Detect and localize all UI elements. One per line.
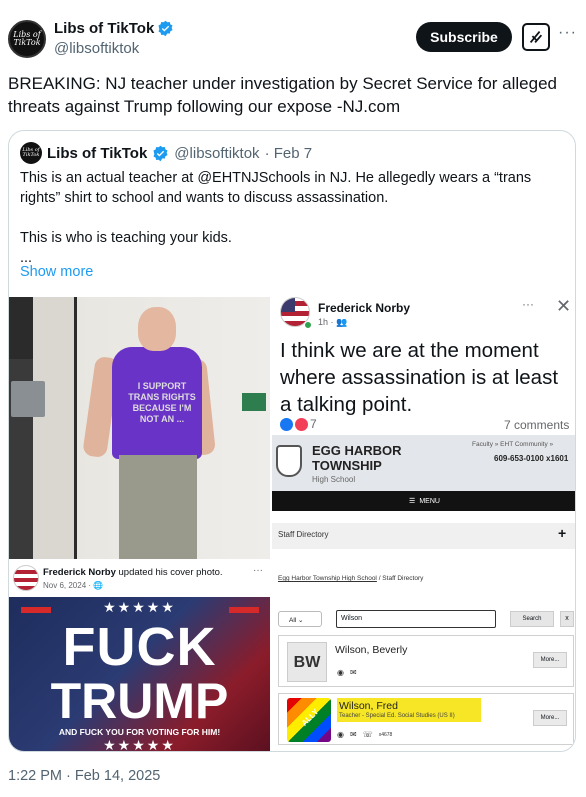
- clear-button: x: [560, 611, 574, 627]
- fb-post-time: 1h · 👥: [318, 317, 348, 327]
- verified-badge-icon: [157, 20, 174, 37]
- school-links: Faculty » EHT Community »: [472, 441, 554, 448]
- filter-select: All ⌄: [278, 611, 322, 627]
- school-subtitle: High School: [312, 475, 356, 484]
- school-header: EGG HARBOR TOWNSHIP High School Faculty …: [272, 435, 575, 491]
- fb-cover-title: Frederick Norby updated his cover photo.: [43, 567, 223, 578]
- friends-icon: 👥: [336, 317, 348, 327]
- red-bar: [21, 607, 51, 613]
- comment-count: 7 comments: [504, 418, 570, 432]
- fb-cover-date: Nov 6, 2024 · 🌐: [43, 581, 104, 590]
- contact-icons: ◉ ✉: [337, 668, 357, 677]
- staff-name: Wilson, Fred: [339, 700, 398, 712]
- staff-card: ALLY Wilson, Fred Teacher - Special Ed. …: [278, 693, 574, 745]
- reactions: 7: [280, 417, 317, 431]
- more-button: More...: [533, 710, 567, 726]
- banner-line3: AND FUCK YOU FOR VOTING FOR HIM!: [58, 727, 221, 737]
- fb-cover-header: Frederick Norby updated his cover photo.…: [9, 559, 270, 597]
- staff-directory-title: Staff Directory: [278, 530, 329, 539]
- like-icon: [280, 417, 293, 431]
- reaction-count: 7: [310, 417, 317, 431]
- staff-title: Teacher - Special Ed. Social Studies (US…: [339, 713, 455, 719]
- staff-card: BW Wilson, Beverly ◉ ✉ More...: [278, 635, 574, 687]
- school-menu-bar: ☰ MENU: [272, 491, 575, 511]
- search-button: Search: [510, 611, 554, 627]
- author-name[interactable]: Libs of TikTok: [54, 20, 154, 37]
- school-name: EGG HARBOR TOWNSHIP: [312, 443, 402, 473]
- author-handle[interactable]: @libsoftiktok: [54, 40, 174, 57]
- post-header: Libs of TikTok Libs of TikTok @libsoftik…: [8, 16, 578, 64]
- flag-avatar: [13, 565, 39, 591]
- ally-badge: ALLY: [299, 707, 321, 728]
- quoted-author-handle: @libsoftiktok: [174, 144, 260, 162]
- menu-label: MENU: [419, 497, 440, 505]
- more-button: More...: [533, 652, 567, 668]
- author-name-row[interactable]: Libs of TikTok: [54, 20, 174, 37]
- globe-icon: ◉: [337, 730, 344, 739]
- directory-search-input: Wilson: [336, 610, 496, 628]
- staff-name: Wilson, Beverly: [335, 644, 408, 656]
- school-phone: 609-653-0100 x1601: [494, 454, 569, 463]
- quoted-text: This is an actual teacher at @EHTNJSchoo…: [20, 170, 532, 266]
- email-icon: ✉: [349, 730, 357, 739]
- extension: x4678: [378, 732, 393, 738]
- initials-avatar: BW: [287, 642, 327, 682]
- heart-icon: [295, 417, 308, 431]
- hamburger-icon: ☰: [409, 498, 416, 505]
- person-head: [138, 307, 176, 351]
- banner-line1: FUCK: [62, 617, 217, 677]
- fb-post-text: I think we are at the moment where assas…: [280, 339, 559, 416]
- more-options-icon: ···: [253, 565, 263, 576]
- ally-pride-avatar: ALLY: [287, 698, 331, 742]
- online-dot: [304, 321, 312, 329]
- cover-banner: ★★★★★ FUCK TRUMP AND FUCK YOU FOR VOTING…: [9, 597, 270, 752]
- globe-icon: 🌐: [93, 581, 104, 590]
- quoted-post-header: Libs of TikTok Libs of TikTok @libsoftik…: [20, 142, 312, 164]
- media-grid: I SUPPORT TRANS RIGHTS BECAUSE I'M NOT A…: [9, 297, 575, 752]
- wall-sign: [11, 381, 45, 417]
- quoted-author-name: Libs of TikTok: [47, 144, 148, 162]
- breadcrumb: Egg Harbor Township High School / Staff …: [278, 575, 424, 582]
- quoted-date: · Feb 7: [264, 144, 313, 162]
- wall-poster: [242, 393, 266, 411]
- author-avatar[interactable]: Libs of TikTok: [8, 20, 46, 58]
- subscribe-button[interactable]: Subscribe: [416, 22, 512, 52]
- phone-icon: ☏: [362, 730, 373, 739]
- post-timestamp[interactable]: 1:22 PM · Feb 14, 2025: [8, 768, 160, 784]
- staff-directory-bar: Staff Directory +: [272, 523, 575, 549]
- banner-line2: TRUMP: [50, 673, 229, 729]
- directory-search-row: All ⌄ Wilson Search x: [278, 609, 574, 629]
- red-bar: [229, 607, 259, 613]
- more-options-icon: ···: [522, 297, 534, 311]
- fb-post-author: Frederick Norby: [318, 301, 411, 315]
- contact-icons: ◉ ✉ ☏ x4678: [337, 730, 392, 739]
- grok-icon[interactable]: [522, 23, 550, 51]
- post-text: BREAKING: NJ teacher under investigation…: [8, 74, 557, 116]
- quoted-author-avatar: Libs of TikTok: [20, 142, 42, 164]
- classroom-photo[interactable]: I SUPPORT TRANS RIGHTS BECAUSE I'M NOT A…: [9, 297, 270, 559]
- door-frame: [33, 297, 77, 559]
- show-more-link[interactable]: Show more: [20, 264, 93, 280]
- media-left[interactable]: I SUPPORT TRANS RIGHTS BECAUSE I'M NOT A…: [9, 297, 270, 752]
- author-block: Libs of TikTok @libsoftiktok: [54, 20, 174, 57]
- school-seal-icon: [276, 445, 302, 477]
- email-icon: ✉: [349, 668, 357, 677]
- staff-name-highlight: Wilson, Fred Teacher - Special Ed. Socia…: [337, 698, 481, 722]
- shirt-text: I SUPPORT TRANS RIGHTS BECAUSE I'M NOT A…: [128, 381, 196, 424]
- person-pants: [119, 455, 197, 559]
- quoted-post[interactable]: Libs of TikTok Libs of TikTok @libsoftik…: [8, 130, 576, 752]
- close-icon: ✕: [556, 297, 572, 316]
- media-right[interactable]: Frederick Norby 1h · 👥 ··· ✕ I think we …: [272, 297, 575, 751]
- more-options-icon[interactable]: ···: [558, 24, 577, 42]
- globe-icon: ◉: [337, 668, 344, 677]
- plus-icon: +: [558, 525, 567, 541]
- verified-badge-icon: [152, 145, 169, 162]
- stars-row: ★★★★★: [103, 737, 176, 752]
- chevron-down-icon: ⌄: [298, 617, 304, 624]
